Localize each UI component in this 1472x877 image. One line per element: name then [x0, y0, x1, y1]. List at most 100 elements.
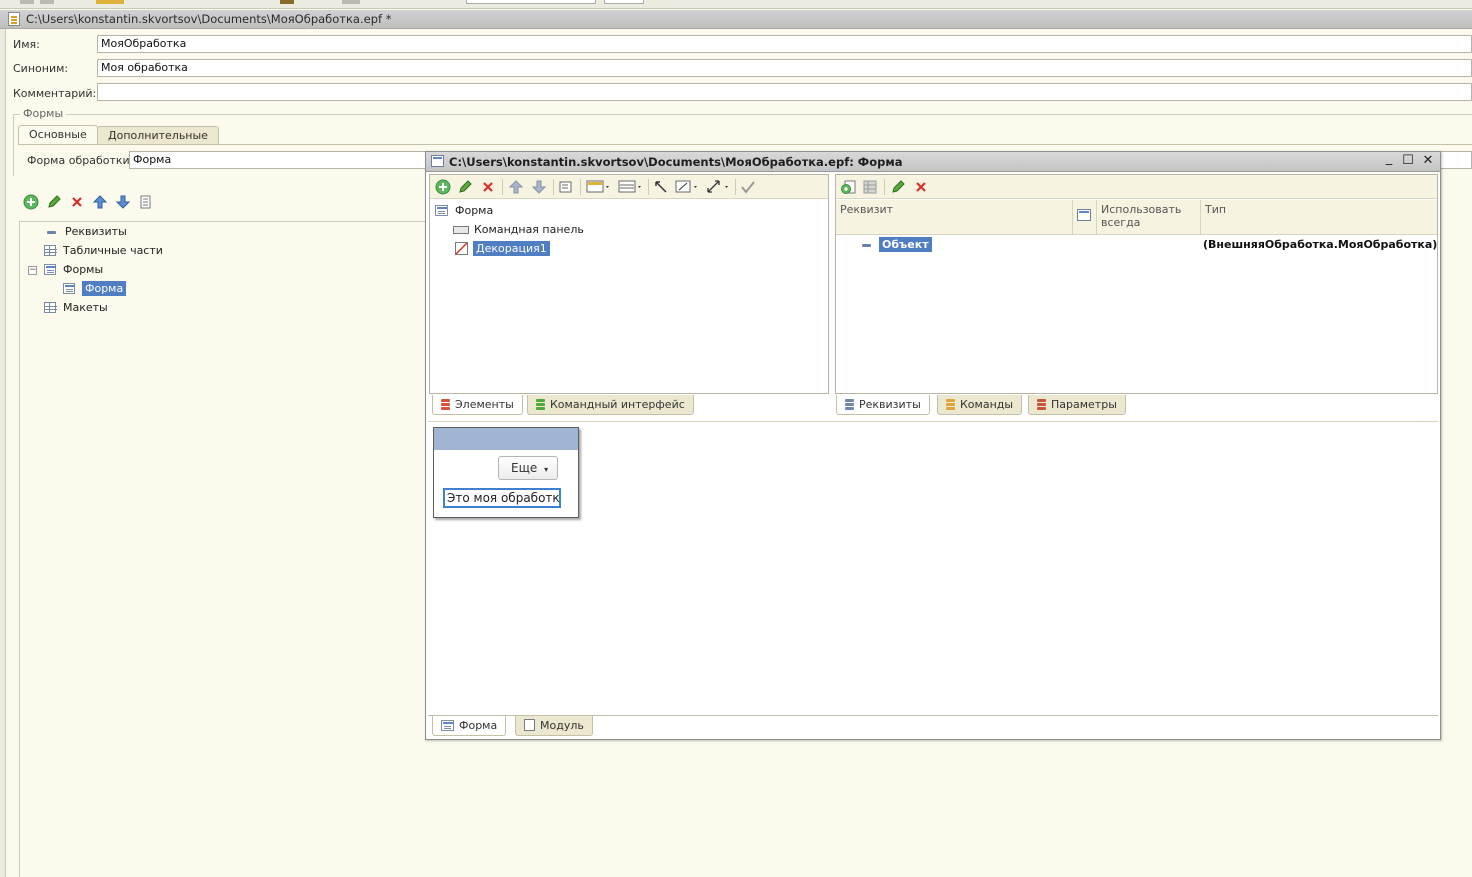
- tab-form[interactable]: Форма: [432, 716, 507, 736]
- tree-item-label: Табличные части: [63, 244, 163, 257]
- element-decoration1[interactable]: Декорация1: [455, 240, 550, 257]
- form-icon: [44, 264, 56, 275]
- minimize-icon[interactable]: _: [1381, 151, 1397, 167]
- tab-basic[interactable]: Основные: [18, 125, 98, 145]
- tab-additional[interactable]: Дополнительные: [97, 126, 219, 144]
- template-icon: [44, 302, 57, 313]
- name-label: Имя:: [13, 38, 40, 51]
- sort-icon[interactable]: [138, 194, 154, 210]
- comment-field[interactable]: [97, 83, 1472, 101]
- tab-module[interactable]: Модуль: [515, 716, 593, 736]
- tab-label: Командный интерфейс: [550, 398, 685, 411]
- resize-dropdown-icon[interactable]: [675, 179, 701, 195]
- tab-label: Команды: [960, 398, 1014, 411]
- stretch-dropdown-icon[interactable]: [706, 179, 732, 195]
- name-field[interactable]: МояОбработка: [97, 35, 1472, 53]
- element-form-root[interactable]: Форма: [435, 202, 493, 219]
- form-icon: [435, 205, 448, 216]
- commands-icon: [946, 399, 955, 411]
- table-icon: [44, 245, 57, 256]
- tab-commands[interactable]: Команды: [937, 395, 1023, 415]
- group-icon[interactable]: [558, 179, 574, 195]
- command-panel-icon: [453, 225, 469, 234]
- left-panel-edge: [0, 29, 6, 877]
- synonym-label: Синоним:: [13, 62, 69, 75]
- tree-item-label: Реквизиты: [65, 225, 127, 238]
- toolbar-combo[interactable]: [604, 0, 644, 4]
- maximize-icon[interactable]: ☐: [1400, 153, 1416, 169]
- decoration-label[interactable]: Это моя обработка: [443, 488, 561, 508]
- move-up-icon[interactable]: [508, 179, 524, 195]
- edit-icon[interactable]: [457, 179, 473, 195]
- attribute-type: (ВнешняяОбработка.МояОбработка): [1203, 238, 1438, 251]
- check-icon[interactable]: [740, 179, 756, 195]
- move-down-icon[interactable]: [115, 194, 131, 210]
- toolbar-button[interactable]: [40, 0, 54, 4]
- elements-toolbar: [430, 175, 828, 199]
- more-button-label: Еще: [511, 461, 538, 475]
- toolbar-button[interactable]: [342, 0, 360, 4]
- command-interface-icon: [536, 399, 545, 411]
- delete-icon[interactable]: [480, 179, 496, 195]
- tab-label: Форма: [459, 719, 498, 732]
- tree-item-tabular-sections[interactable]: Табличные части: [44, 242, 163, 259]
- forms-group-border-left: [13, 114, 14, 176]
- attributes-icon: [845, 399, 854, 411]
- link-icon[interactable]: [653, 179, 669, 195]
- move-down-icon[interactable]: [531, 179, 547, 195]
- tree-item-form[interactable]: Форма: [63, 280, 127, 297]
- tree-panel-border: [19, 221, 20, 877]
- tab-attributes[interactable]: Реквизиты: [836, 395, 930, 415]
- toolbar-button[interactable]: [96, 0, 124, 4]
- main-window-title: C:\Users\konstantin.skvortsov\Documents\…: [26, 12, 392, 26]
- attribute-icon: [862, 244, 871, 247]
- attribute-table-icon[interactable]: [862, 179, 878, 195]
- elements-pane: Форма Командная панель Декорация1: [429, 174, 829, 394]
- delete-icon[interactable]: [69, 194, 85, 210]
- main-window-title-bar: C:\Users\konstantin.skvortsov\Documents\…: [0, 10, 1472, 29]
- form-editor-title-bar: C:\Users\konstantin.skvortsov\Documents\…: [426, 151, 1440, 172]
- toolbar-button[interactable]: [20, 0, 34, 4]
- form-preview: Еще ▾ Это моя обработка: [433, 427, 579, 518]
- toolbar-combo[interactable]: [466, 0, 596, 4]
- attribute-row[interactable]: Объект (ВнешняяОбработка.МояОбработка): [836, 237, 1437, 254]
- form-icon: [1077, 209, 1091, 221]
- more-button[interactable]: Еще ▾: [498, 456, 558, 480]
- delete-icon[interactable]: [913, 179, 929, 195]
- tree-item-templates[interactable]: Макеты: [44, 299, 108, 316]
- close-icon[interactable]: ✕: [1420, 153, 1436, 169]
- elements-icon: [441, 399, 450, 411]
- tree-item-attributes[interactable]: Реквизиты: [44, 223, 127, 240]
- element-label: Декорация1: [473, 241, 550, 256]
- tab-parameters[interactable]: Параметры: [1028, 395, 1126, 415]
- comment-label: Комментарий:: [13, 87, 97, 100]
- table-dropdown-icon[interactable]: [618, 179, 644, 195]
- tab-elements[interactable]: Элементы: [432, 395, 523, 415]
- column-use-always[interactable]: Использовать всегда: [1097, 200, 1201, 235]
- edit-icon[interactable]: [46, 194, 62, 210]
- tree-item-forms[interactable]: Формы: [44, 261, 103, 278]
- dropdown-arrow-icon: ▾: [544, 465, 549, 474]
- collapse-icon[interactable]: −: [28, 266, 37, 275]
- edit-icon[interactable]: [890, 179, 906, 195]
- synonym-field[interactable]: Моя обработка: [97, 59, 1472, 77]
- tab-label: Параметры: [1051, 398, 1117, 411]
- column-type[interactable]: Тип: [1201, 200, 1437, 235]
- tree-item-label: Формы: [63, 263, 104, 276]
- add-icon[interactable]: [23, 194, 39, 210]
- add-attribute-icon[interactable]: [840, 179, 856, 195]
- toolbar-button[interactable]: [280, 0, 294, 4]
- tab-label: Реквизиты: [859, 398, 921, 411]
- top-toolbar-strip: [0, 0, 1472, 9]
- add-icon[interactable]: [435, 179, 451, 195]
- move-up-icon[interactable]: [92, 194, 108, 210]
- tree-panel-border-top: [19, 221, 427, 222]
- processing-file-icon: [8, 12, 20, 26]
- tab-command-interface[interactable]: Командный интерфейс: [527, 395, 694, 415]
- element-label: Форма: [455, 204, 494, 217]
- column-attribute[interactable]: Реквизит: [836, 200, 1073, 235]
- column-use-always-icon-cell: [1073, 200, 1097, 235]
- field-dropdown-icon[interactable]: [586, 179, 612, 195]
- element-command-panel[interactable]: Командная панель: [453, 221, 584, 238]
- tree-item-label: Форма: [82, 281, 127, 296]
